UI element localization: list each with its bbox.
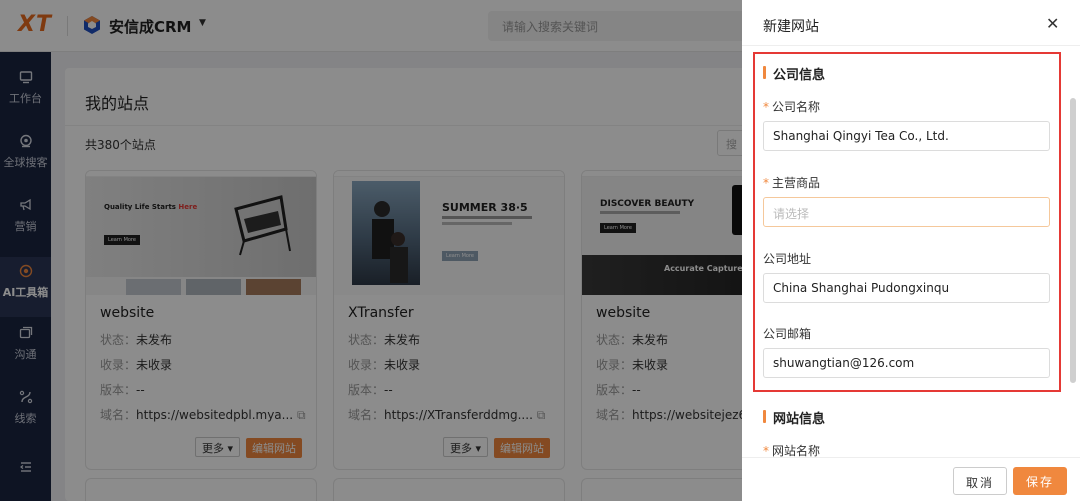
main-product-select[interactable]: 请选择 — [763, 197, 1050, 227]
new-website-drawer: 新建网站 ✕ 公司信息 * 公司名称 Shanghai Qingyi Tea Co… — [742, 0, 1080, 501]
required-mark: * — [763, 444, 769, 457]
drawer-footer: 取消 保存 — [742, 457, 1080, 501]
required-mark: * — [763, 100, 769, 114]
section-title-company: 公司信息 — [763, 64, 825, 83]
company-name-label: * 公司名称 — [763, 100, 821, 114]
main-product-label: * 主营商品 — [763, 176, 821, 190]
drawer-body: 公司信息 * 公司名称 Shanghai Qingyi Tea Co., Ltd.… — [742, 46, 1080, 457]
cancel-button[interactable]: 取消 — [953, 467, 1007, 495]
save-button[interactable]: 保存 — [1013, 467, 1067, 495]
modal-overlay[interactable] — [0, 0, 742, 501]
company-address-label: 公司地址 — [763, 252, 812, 266]
drawer-title: 新建网站 — [763, 19, 819, 35]
company-email-label: 公司邮箱 — [763, 327, 812, 341]
site-name-label: * 网站名称 — [763, 444, 821, 457]
close-icon[interactable]: ✕ — [1046, 14, 1059, 33]
required-mark: * — [763, 176, 769, 190]
drawer-header: 新建网站 ✕ — [742, 0, 1080, 46]
section-title-website: 网站信息 — [763, 408, 825, 427]
company-address-input[interactable]: China Shanghai Pudongxinqu — [763, 273, 1050, 303]
scrollbar[interactable] — [1070, 98, 1076, 383]
company-email-input[interactable]: shuwangtian@126.com — [763, 348, 1050, 378]
company-name-input[interactable]: Shanghai Qingyi Tea Co., Ltd. — [763, 121, 1050, 151]
